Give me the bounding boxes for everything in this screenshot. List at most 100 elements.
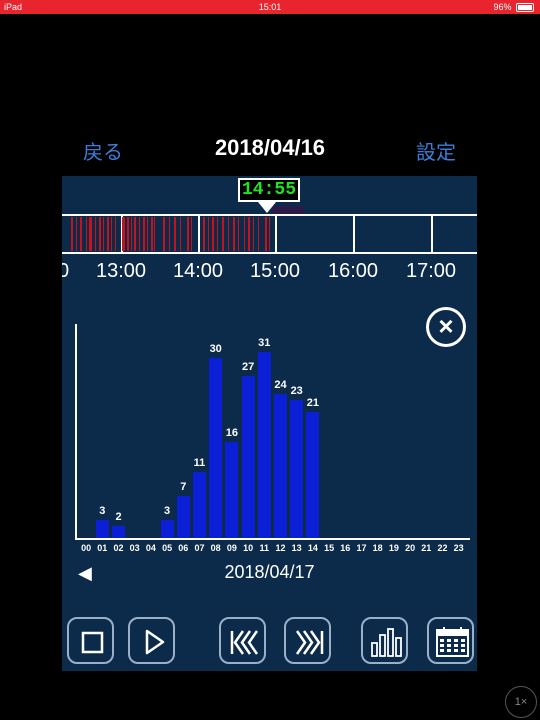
- x-tick-label: 18: [372, 543, 383, 553]
- x-tick-label: 08: [210, 543, 221, 553]
- x-tick-label: 03: [129, 543, 140, 553]
- timeline-event-mark: [71, 217, 73, 251]
- battery-icon: [516, 3, 534, 13]
- skip-forward-button[interactable]: [284, 617, 331, 664]
- timeline-event-mark: [143, 217, 145, 251]
- calendar-icon: [436, 627, 469, 657]
- stop-button[interactable]: [67, 617, 114, 664]
- timeline-event-mark: [111, 217, 112, 251]
- chart-bar: [95, 520, 109, 538]
- x-tick-label: 05: [162, 543, 173, 553]
- timeline-event-mark: [154, 217, 155, 251]
- battery-indicator: 96%: [493, 0, 534, 14]
- bar-value-label: 21: [306, 397, 320, 409]
- skip-back-button[interactable]: [219, 617, 266, 664]
- chart-bar: [193, 472, 206, 538]
- close-chart-button[interactable]: ×: [426, 307, 466, 347]
- timeline-divider: [431, 214, 433, 254]
- timeline-event-mark: [174, 217, 176, 251]
- play-icon: [145, 629, 165, 655]
- current-time-marker[interactable]: 14:55: [238, 178, 300, 202]
- chart-y-axis: [75, 324, 77, 540]
- bar-value-label: 16: [225, 427, 239, 439]
- x-tick-label: 17: [356, 543, 367, 553]
- play-button[interactable]: [128, 617, 175, 664]
- x-tick-label: 23: [453, 543, 464, 553]
- hour-label: 13:00: [96, 260, 147, 282]
- x-tick-label: 07: [194, 543, 205, 553]
- timeline-divider: [353, 214, 355, 254]
- skip-back-icon: [230, 630, 259, 655]
- timeline-event-mark: [151, 217, 153, 251]
- x-tick-label: 21: [421, 543, 432, 553]
- x-tick-label: 10: [243, 543, 254, 553]
- bar-value-label: 2: [115, 511, 122, 523]
- hour-label: 0: [62, 260, 70, 282]
- hour-label: 16:00: [328, 260, 379, 282]
- timeline-event-mark: [222, 217, 224, 251]
- x-tick-label: 06: [178, 543, 189, 553]
- chart-x-axis: [75, 538, 470, 540]
- bar-value-label: 7: [180, 481, 187, 493]
- chart-bar: [160, 520, 174, 538]
- x-tick-label: 00: [81, 543, 92, 553]
- zoom-badge[interactable]: 1×: [505, 686, 537, 718]
- chart-bar: [209, 358, 223, 538]
- x-tick-label: 15: [324, 543, 335, 553]
- bar-value-label: 23: [290, 385, 303, 397]
- x-tick-label: 16: [340, 543, 351, 553]
- timeline-event-mark: [86, 217, 87, 251]
- close-icon: ×: [438, 311, 454, 341]
- timeline-event-mark: [89, 217, 92, 251]
- timeline-event-mark: [269, 217, 270, 251]
- timeline-event-mark: [217, 217, 218, 251]
- nav-bar: 戻る 2018/04/16 設定: [0, 132, 540, 166]
- page-title: 2018/04/16: [214, 135, 326, 160]
- timeline-event-mark: [233, 217, 235, 251]
- x-tick-label: 19: [388, 543, 399, 553]
- timeline-event-mark: [212, 217, 214, 251]
- battery-percent: 96%: [493, 2, 512, 12]
- bar-value-label: 27: [241, 361, 255, 373]
- timeline-divider: [198, 214, 200, 254]
- timeline-event-mark: [131, 217, 132, 251]
- x-tick-label: 11: [259, 543, 270, 553]
- bar-chart-icon: [371, 628, 402, 657]
- settings-button[interactable]: 設定: [416, 136, 456, 165]
- x-tick-label: 14: [307, 543, 318, 553]
- timeline-event-mark: [187, 217, 189, 251]
- timeline-event-mark: [244, 217, 245, 251]
- time-marker-shadow: [272, 206, 304, 214]
- timeline-event-mark: [80, 217, 82, 251]
- main-panel: 14:55 0 13:00 14:00 15:00 16:00 17:00 × …: [62, 176, 477, 671]
- timeline-top-line: [62, 214, 477, 216]
- x-tick-label: 22: [437, 543, 448, 553]
- timeline-event-mark: [99, 217, 101, 251]
- bar-value-label: 11: [193, 457, 206, 469]
- hour-label: 17:00: [406, 260, 457, 282]
- timeline-event-mark: [122, 217, 125, 251]
- stop-icon: [81, 631, 104, 654]
- chart-bar: [112, 526, 125, 538]
- chart-bar: [176, 496, 190, 538]
- timeline-event-mark: [258, 217, 259, 251]
- x-tick-label: 09: [226, 543, 237, 553]
- chart-view-button[interactable]: [361, 617, 408, 664]
- timeline-event-mark: [203, 217, 205, 251]
- hour-label: 15:00: [250, 260, 301, 282]
- timeline-event-mark: [208, 217, 209, 251]
- chart-bar: [306, 412, 320, 538]
- status-bar: iPad 15:01 96%: [0, 0, 540, 14]
- skip-forward-icon: [295, 630, 324, 655]
- chart-bar: [290, 400, 304, 538]
- x-tick-label: 01: [97, 543, 108, 553]
- timeline-event-mark: [115, 217, 116, 251]
- x-tick-label: 20: [405, 543, 416, 553]
- calendar-button[interactable]: [427, 617, 474, 664]
- timeline-event-mark: [248, 217, 250, 251]
- bar-value-label: 30: [209, 343, 222, 355]
- timeline-event-mark: [228, 217, 229, 251]
- x-tick-label: 13: [291, 543, 302, 553]
- chart-bar: [257, 352, 271, 538]
- timeline-strip[interactable]: [62, 214, 477, 254]
